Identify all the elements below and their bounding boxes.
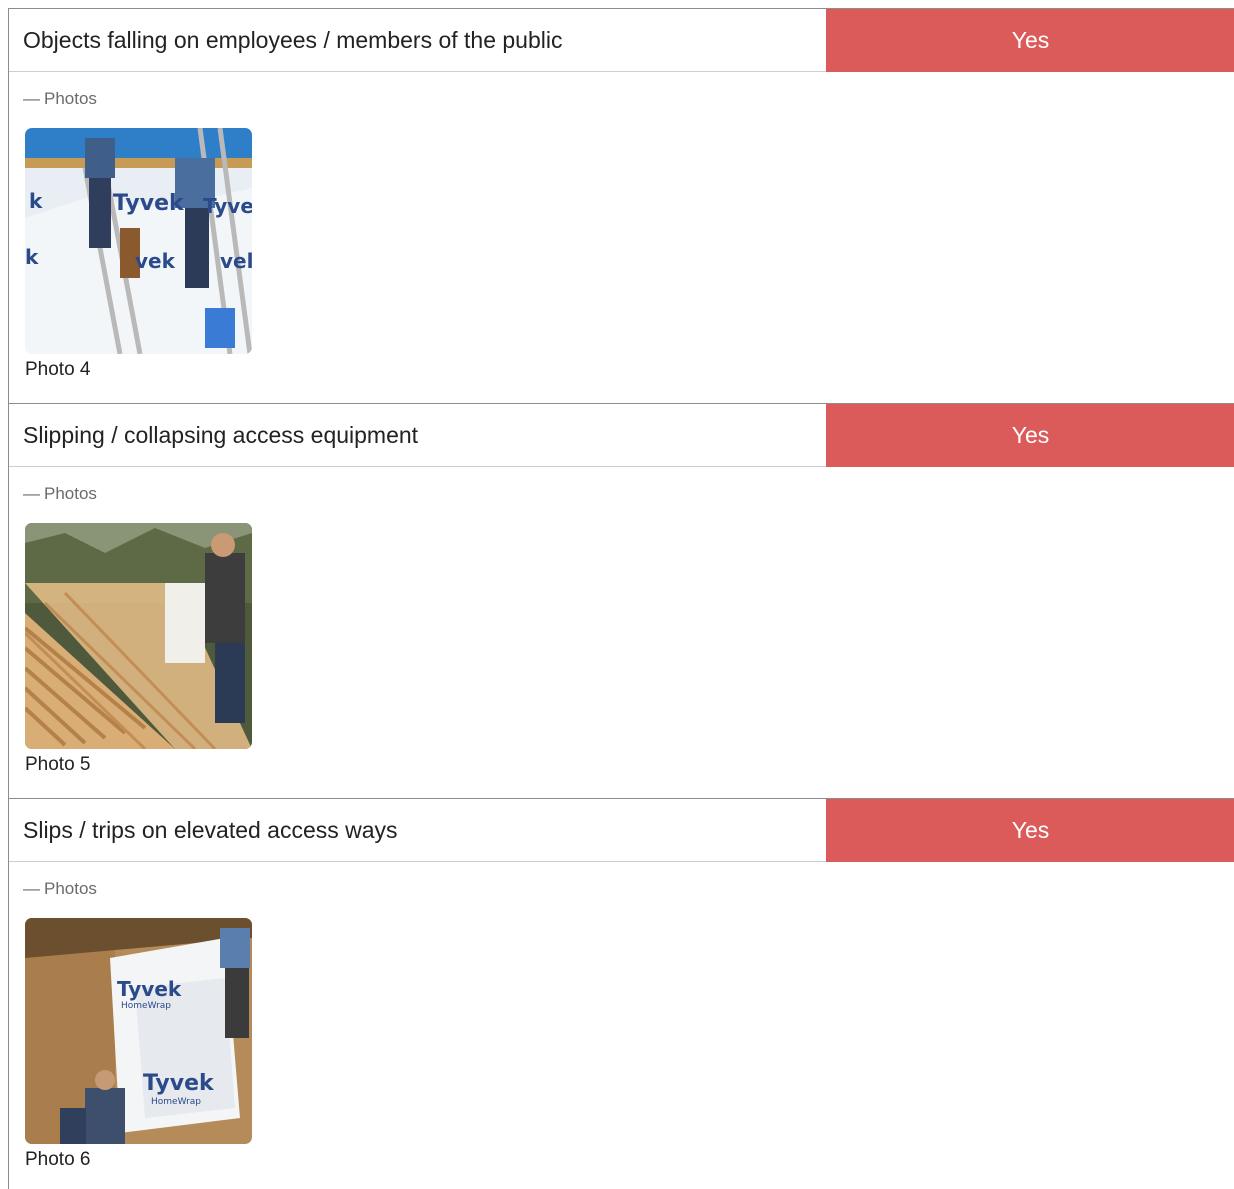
photo-thumbnail[interactable]: Tyvek HomeWrap Tyvek HomeWrap	[25, 918, 252, 1144]
question-text: Objects falling on employees / members o…	[23, 27, 563, 53]
question-row: Slips / trips on elevated access ways Ye…	[9, 798, 1234, 862]
question-text: Slipping / collapsing access equipment	[23, 422, 419, 448]
photo-caption: Photo 6	[25, 1149, 91, 1170]
answer-badge[interactable]: Yes	[826, 799, 1234, 862]
photo-logo: HomeWrap	[121, 1001, 171, 1011]
photos-label-text: Photos	[44, 879, 97, 898]
photos-toggle[interactable]: — Photos	[23, 879, 97, 899]
photos-toggle[interactable]: — Photos	[23, 89, 97, 109]
photos-label-text: Photos	[44, 484, 97, 503]
photo-logo: vek	[135, 249, 176, 273]
photo-thumbnail[interactable]: Tyvek Tyvek vek vel k k	[25, 128, 252, 354]
photo-logo: HomeWrap	[151, 1097, 201, 1107]
photo-logo: k	[29, 189, 43, 213]
photo-logo: Tyvek	[203, 194, 252, 218]
photo-logo: Tyvek	[143, 1071, 215, 1096]
photo-logo: vel	[220, 249, 252, 273]
photo-caption: Photo 4	[25, 359, 91, 380]
photos-toggle[interactable]: — Photos	[23, 484, 97, 504]
photos-label-text: Photos	[44, 89, 97, 108]
question-row: Objects falling on employees / members o…	[9, 8, 1234, 72]
minus-icon: —	[23, 484, 40, 503]
photo-logo: Tyvek	[113, 191, 185, 216]
answer-badge[interactable]: Yes	[826, 9, 1234, 72]
photo-logo: k	[25, 245, 39, 269]
minus-icon: —	[23, 89, 40, 108]
question-text: Slips / trips on elevated access ways	[23, 817, 398, 843]
answer-badge[interactable]: Yes	[826, 404, 1234, 467]
inspection-sheet: Objects falling on employees / members o…	[8, 8, 1234, 1189]
photo-logo: Tyvek	[117, 977, 182, 1001]
minus-icon: —	[23, 879, 40, 898]
photo-caption: Photo 5	[25, 754, 91, 775]
photo-thumbnail[interactable]	[25, 523, 252, 749]
question-row: Slipping / collapsing access equipment Y…	[9, 403, 1234, 467]
